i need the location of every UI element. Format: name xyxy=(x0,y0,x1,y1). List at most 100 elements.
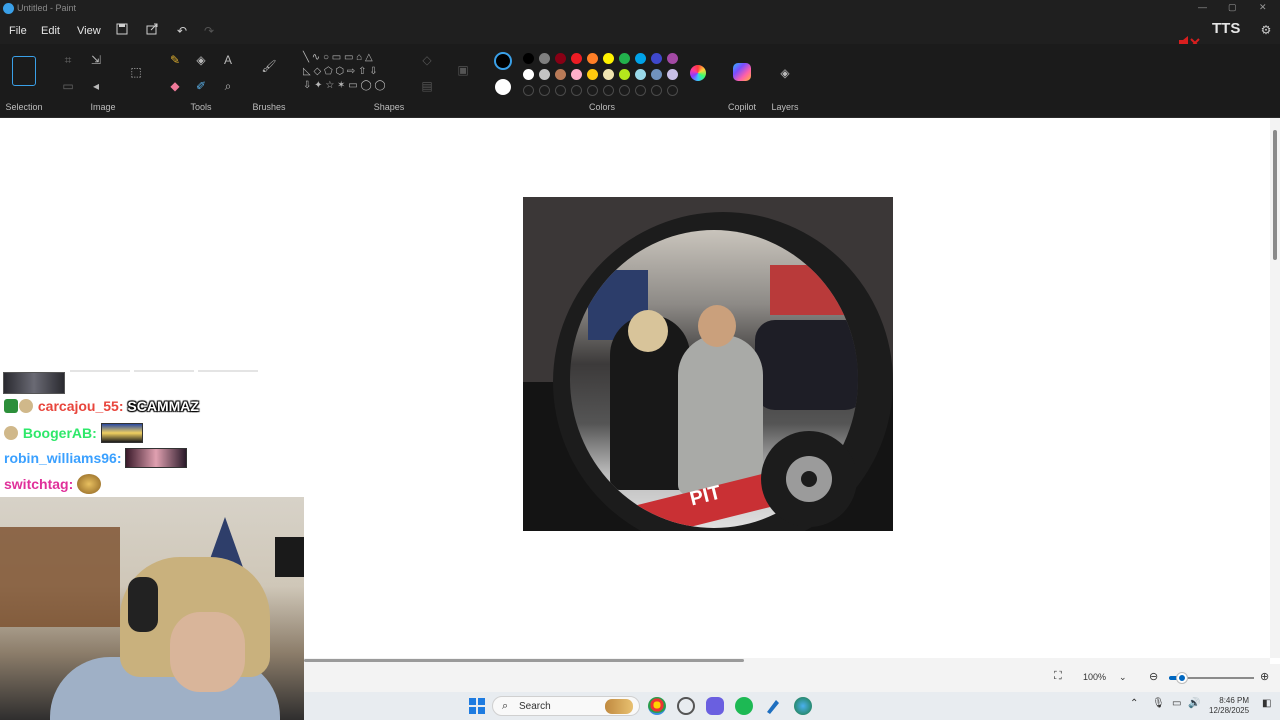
color-swatch[interactable] xyxy=(603,69,614,80)
color-swatch[interactable] xyxy=(571,69,582,80)
chat-divider xyxy=(198,370,258,372)
eraser-icon[interactable]: ◆ xyxy=(167,78,183,94)
chrome-icon[interactable] xyxy=(648,697,666,715)
primary-color-swatch[interactable] xyxy=(494,52,512,70)
color-swatch[interactable] xyxy=(635,69,646,80)
group-label-tools: Tools xyxy=(190,102,212,112)
color-swatch[interactable] xyxy=(539,53,550,64)
color-swatch[interactable] xyxy=(635,53,646,64)
copilot-icon[interactable] xyxy=(733,63,751,81)
volume-icon[interactable]: 🔊 xyxy=(1188,698,1200,709)
horizontal-scroll-thumb[interactable] xyxy=(304,659,744,662)
shape-fill-icon[interactable]: ▤ xyxy=(419,78,435,94)
flip-icon[interactable]: ◂ xyxy=(88,78,104,94)
taskbar-search-box[interactable]: ⌕ Search xyxy=(492,696,640,716)
custom-color-slot[interactable] xyxy=(523,85,534,96)
fill-bucket-icon[interactable]: ◈ xyxy=(193,52,209,68)
shapes-gallery[interactable]: ╲ ∿ ○ ▭ ▭ ⌂ △ ◺ ◇ ⬠ ⬡ ⇨ ⇧ ⇩ ⇩ ✦ ☆ ✶ ▭ ◯ … xyxy=(300,51,410,95)
notification-icon[interactable]: ◧ xyxy=(1262,698,1271,709)
chat-badge-icon xyxy=(4,426,18,440)
shape-outline-icon[interactable]: ◇ xyxy=(419,52,435,68)
vertical-scrollbar[interactable] xyxy=(1270,118,1280,658)
color-swatch[interactable] xyxy=(539,69,550,80)
crop-icon[interactable]: ⌗ xyxy=(60,52,76,68)
clock-time: 8:46 PM xyxy=(1219,696,1250,705)
rotate-icon[interactable]: ▭ xyxy=(60,78,76,94)
menu-file[interactable]: File xyxy=(9,25,27,37)
color-swatch[interactable] xyxy=(587,69,598,80)
color-swatch[interactable] xyxy=(619,53,630,64)
undo-icon[interactable]: ↶ xyxy=(174,23,190,39)
color-swatch[interactable] xyxy=(523,69,534,80)
color-swatch[interactable] xyxy=(667,69,678,80)
paint-window: Untitled - Paint — ▢ ✕ File Edit View ↶ … xyxy=(0,0,1280,720)
custom-color-slot[interactable] xyxy=(619,85,630,96)
custom-color-slot[interactable] xyxy=(571,85,582,96)
color-swatch[interactable] xyxy=(651,53,662,64)
close-button[interactable]: ✕ xyxy=(1259,2,1267,13)
settings-gear-icon[interactable]: ⚙ xyxy=(1258,22,1274,38)
custom-color-slot[interactable] xyxy=(651,85,662,96)
chat-emote-image xyxy=(77,474,102,494)
pencil-icon[interactable]: ✎ xyxy=(167,52,183,68)
chat-divider xyxy=(134,370,194,372)
layers-icon[interactable]: ◈ xyxy=(777,65,793,81)
share-icon[interactable] xyxy=(144,23,160,39)
minimize-button[interactable]: — xyxy=(1198,2,1207,12)
webcam-person-face xyxy=(170,612,245,692)
custom-color-slot[interactable] xyxy=(667,85,678,96)
secondary-color-swatch[interactable] xyxy=(495,79,511,95)
color-swatch[interactable] xyxy=(523,53,534,64)
network-icon[interactable]: ▭ xyxy=(1172,698,1181,709)
paint-taskbar-icon[interactable] xyxy=(764,697,782,715)
zoom-in-icon[interactable]: ⊕ xyxy=(1260,670,1269,683)
color-swatch[interactable] xyxy=(619,69,630,80)
redo-icon[interactable]: ↷ xyxy=(201,23,217,39)
color-swatch[interactable] xyxy=(571,53,582,64)
zoom-level-value[interactable]: 100% xyxy=(1083,672,1106,682)
custom-color-slot[interactable] xyxy=(555,85,566,96)
magnifier-icon[interactable]: ⌕ xyxy=(220,78,236,94)
menu-edit[interactable]: Edit xyxy=(41,25,60,37)
app-icon-generic[interactable] xyxy=(677,697,695,715)
tray-overflow-chevron-icon[interactable]: ⌃ xyxy=(1130,698,1138,709)
resize-icon[interactable]: ⇲ xyxy=(88,52,104,68)
color-swatch[interactable] xyxy=(555,53,566,64)
windows-start-icon[interactable] xyxy=(468,697,486,715)
edit-colors-icon[interactable] xyxy=(690,65,706,81)
zoom-dropdown-chevron-icon[interactable]: ⌄ xyxy=(1119,672,1127,683)
zoom-out-icon[interactable]: ⊖ xyxy=(1149,670,1158,683)
color-swatch[interactable] xyxy=(667,53,678,64)
vertical-scroll-thumb[interactable] xyxy=(1273,130,1277,260)
fit-to-window-icon[interactable]: ⛶ xyxy=(1054,670,1062,683)
custom-color-slot[interactable] xyxy=(603,85,614,96)
microphone-icon[interactable]: 🎙 xyxy=(1152,698,1165,709)
custom-color-slot[interactable] xyxy=(587,85,598,96)
taskbar: ⌕ Search ⌃ 🎙 ▭ 🔊 8:46 PM 12/28/2025 ◧ xyxy=(304,692,1280,720)
spotify-icon[interactable] xyxy=(735,697,753,715)
color-swatch[interactable] xyxy=(587,53,598,64)
color-swatch[interactable] xyxy=(603,53,614,64)
group-label-layers: Layers xyxy=(771,102,799,112)
browser-icon[interactable] xyxy=(794,697,812,715)
brush-icon[interactable]: 🖌 xyxy=(261,58,277,74)
discord-icon[interactable] xyxy=(706,697,724,715)
clock-date: 12/28/2025 xyxy=(1209,706,1250,715)
shape-size-icon[interactable]: ▣ xyxy=(455,62,471,78)
color-picker-icon[interactable]: ✐ xyxy=(193,78,209,94)
maximize-button[interactable]: ▢ xyxy=(1228,2,1237,13)
taskbar-search-label: Search xyxy=(519,701,551,712)
text-tool-icon[interactable]: A xyxy=(220,52,236,68)
zoom-slider-handle[interactable] xyxy=(1176,673,1187,683)
taskbar-clock[interactable]: 8:46 PM 12/28/2025 xyxy=(1209,696,1249,716)
selection-tool-button[interactable] xyxy=(12,56,36,86)
pasted-image[interactable]: PIT xyxy=(523,197,893,531)
color-swatch[interactable] xyxy=(555,69,566,80)
image-select-icon[interactable]: ⬚ xyxy=(128,64,144,80)
menu-view[interactable]: View xyxy=(77,25,101,37)
save-icon[interactable] xyxy=(114,23,130,39)
custom-color-slot[interactable] xyxy=(539,85,550,96)
custom-color-slot[interactable] xyxy=(635,85,646,96)
group-label-selection: Selection xyxy=(5,102,43,112)
color-swatch[interactable] xyxy=(651,69,662,80)
